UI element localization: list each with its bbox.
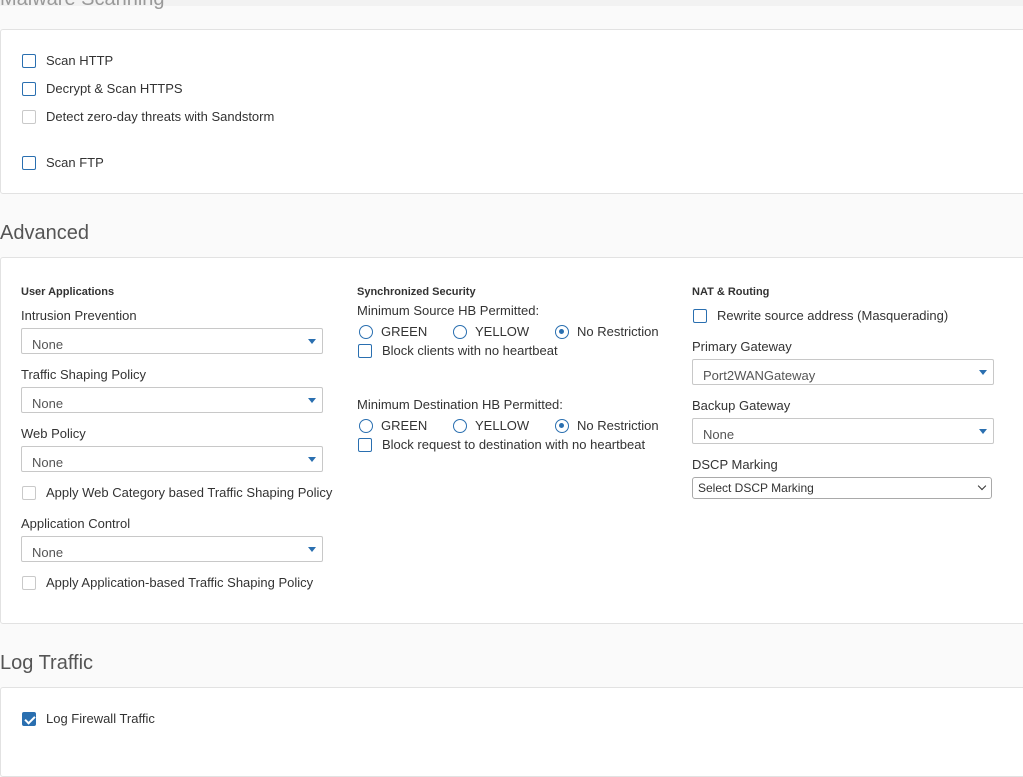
caret-down-icon — [979, 429, 987, 434]
apply-web-category-shaping-label: Apply Web Category based Traffic Shaping… — [46, 485, 333, 500]
user-applications-heading: User Applications — [21, 286, 115, 298]
radio-label: GREEN — [381, 324, 428, 339]
malware-scanning-title: Malware Scanning — [0, 0, 165, 11]
application-control-value: None — [32, 544, 64, 560]
scan-http-checkbox[interactable] — [22, 53, 36, 68]
block-clients-no-heartbeat-checkbox[interactable] — [358, 343, 372, 358]
apply-web-category-shaping-checkbox[interactable] — [22, 485, 36, 500]
application-control-label: Application Control — [21, 516, 131, 531]
min-source-hb-yellow[interactable]: YELLOW — [453, 324, 529, 339]
backup-gateway-label: Backup Gateway — [692, 398, 791, 413]
synchronized-security-heading: Synchronized Security — [357, 286, 476, 298]
caret-down-icon — [308, 398, 316, 403]
apply-application-shaping-label: Apply Application-based Traffic Shaping … — [46, 575, 314, 590]
apply-web-category-shaping-option[interactable]: Apply Web Category based Traffic Shaping… — [22, 485, 332, 500]
log-traffic-panel: Log Firewall Traffic — [0, 687, 1023, 777]
min-destination-hb-label: Minimum Destination HB Permitted: — [357, 397, 563, 412]
dscp-marking-select[interactable]: Select DSCP Marking — [692, 477, 992, 499]
min-destination-hb-green[interactable]: GREEN — [359, 418, 427, 433]
caret-down-icon — [308, 547, 316, 552]
traffic-shaping-policy-label: Traffic Shaping Policy — [21, 367, 147, 382]
min-destination-hb-yellow[interactable]: YELLOW — [453, 418, 529, 433]
caret-down-icon — [308, 457, 316, 462]
traffic-shaping-policy-value: None — [32, 395, 64, 411]
backup-gateway-value: None — [703, 426, 735, 442]
decrypt-scan-https-option[interactable]: Decrypt & Scan HTTPS — [22, 81, 183, 96]
web-policy-label: Web Policy — [21, 426, 86, 441]
radio-button[interactable] — [453, 418, 467, 433]
scan-http-option[interactable]: Scan HTTP — [22, 53, 113, 68]
block-clients-no-heartbeat-option[interactable]: Block clients with no heartbeat — [358, 343, 558, 358]
min-source-hb-radio-group: GREEN YELLOW No Restriction — [359, 324, 669, 340]
apply-application-shaping-checkbox[interactable] — [22, 575, 36, 590]
scan-ftp-option[interactable]: Scan FTP — [22, 155, 104, 170]
min-source-hb-green[interactable]: GREEN — [359, 324, 427, 339]
radio-button-selected[interactable] — [555, 324, 569, 339]
rewrite-source-label: Rewrite source address (Masquerading) — [717, 308, 949, 323]
web-policy-select[interactable]: None — [21, 446, 323, 472]
malware-scanning-panel: Scan HTTP Decrypt & Scan HTTPS Detect ze… — [0, 29, 1023, 194]
radio-label: No Restriction — [577, 324, 659, 339]
sandstorm-option[interactable]: Detect zero-day threats with Sandstorm — [22, 109, 274, 124]
advanced-panel: User Applications Intrusion Prevention N… — [0, 257, 1023, 624]
rewrite-source-option[interactable]: Rewrite source address (Masquerading) — [693, 308, 948, 323]
traffic-shaping-policy-select[interactable]: None — [21, 387, 323, 413]
web-policy-value: None — [32, 454, 64, 470]
min-source-hb-label: Minimum Source HB Permitted: — [357, 303, 540, 318]
radio-button[interactable] — [453, 324, 467, 339]
log-firewall-traffic-checkbox[interactable] — [22, 711, 36, 726]
block-clients-no-heartbeat-label: Block clients with no heartbeat — [382, 343, 558, 358]
min-destination-hb-radio-group: GREEN YELLOW No Restriction — [359, 418, 669, 434]
min-source-hb-no-restriction[interactable]: No Restriction — [555, 324, 659, 339]
min-destination-hb-no-restriction[interactable]: No Restriction — [555, 418, 659, 433]
caret-down-icon — [979, 370, 987, 375]
radio-button[interactable] — [359, 418, 373, 433]
dscp-marking-value: Select DSCP Marking — [698, 481, 814, 495]
block-request-no-heartbeat-label: Block request to destination with no hea… — [382, 437, 646, 452]
dscp-marking-label: DSCP Marking — [692, 457, 778, 472]
chevron-down-icon — [977, 481, 987, 491]
log-firewall-traffic-option[interactable]: Log Firewall Traffic — [22, 711, 155, 726]
block-request-no-heartbeat-option[interactable]: Block request to destination with no hea… — [358, 437, 645, 452]
radio-label: GREEN — [381, 418, 428, 433]
log-traffic-title: Log Traffic — [0, 652, 94, 674]
caret-down-icon — [308, 339, 316, 344]
scan-ftp-label: Scan FTP — [46, 155, 104, 170]
rewrite-source-checkbox[interactable] — [693, 308, 707, 323]
application-control-select[interactable]: None — [21, 536, 323, 562]
primary-gateway-select[interactable]: Port2WANGateway — [692, 359, 994, 385]
sandstorm-label: Detect zero-day threats with Sandstorm — [46, 109, 275, 124]
radio-label: YELLOW — [475, 418, 530, 433]
intrusion-prevention-select[interactable]: None — [21, 328, 323, 354]
radio-button-selected[interactable] — [555, 418, 569, 433]
block-request-no-heartbeat-checkbox[interactable] — [358, 437, 372, 452]
primary-gateway-label: Primary Gateway — [692, 339, 792, 354]
decrypt-scan-https-checkbox[interactable] — [22, 81, 36, 96]
scan-http-label: Scan HTTP — [46, 53, 114, 68]
log-firewall-traffic-label: Log Firewall Traffic — [46, 711, 155, 726]
radio-button[interactable] — [359, 324, 373, 339]
radio-label: No Restriction — [577, 418, 659, 433]
intrusion-prevention-label: Intrusion Prevention — [21, 308, 137, 323]
scan-ftp-checkbox[interactable] — [22, 155, 36, 170]
radio-label: YELLOW — [475, 324, 530, 339]
advanced-title: Advanced — [0, 222, 89, 244]
backup-gateway-select[interactable]: None — [692, 418, 994, 444]
apply-application-shaping-option[interactable]: Apply Application-based Traffic Shaping … — [22, 575, 313, 590]
nat-routing-heading: NAT & Routing — [692, 286, 770, 298]
decrypt-scan-https-label: Decrypt & Scan HTTPS — [46, 81, 183, 96]
intrusion-prevention-value: None — [32, 336, 64, 352]
sandstorm-checkbox[interactable] — [22, 109, 36, 124]
primary-gateway-value: Port2WANGateway — [703, 367, 816, 383]
